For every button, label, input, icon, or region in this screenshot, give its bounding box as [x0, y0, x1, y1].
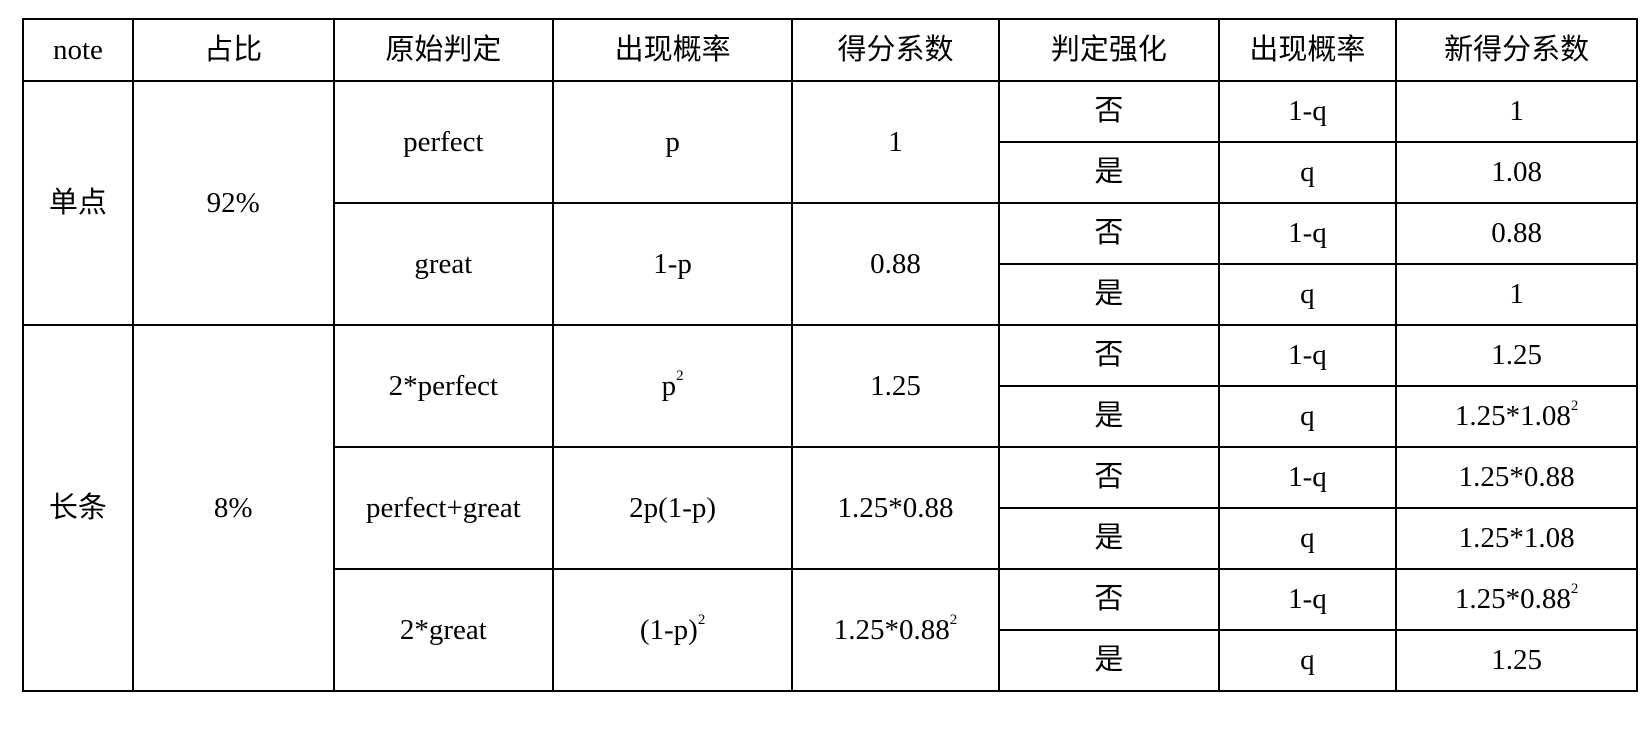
new-coefficient-cell: 1 [1395, 80, 1638, 143]
note-type-cell: 长条 [22, 324, 134, 692]
new-coefficient-cell: 1.25*1.08 [1395, 507, 1638, 570]
probability-exponent: 2 [676, 367, 684, 384]
header-original-judgement: 原始判定 [332, 18, 555, 82]
coefficient-cell: 1.25*0.88 [790, 446, 1000, 570]
judgement-cell: perfect [332, 80, 555, 204]
new-coefficient-cell: 1 [1395, 263, 1638, 326]
enhanced-probability-cell: 1-q [1217, 568, 1398, 631]
enhanced-cell: 是 [997, 385, 1220, 448]
coefficient-cell: 1.25 [790, 324, 1000, 448]
enhanced-cell: 是 [997, 629, 1220, 692]
score-table: note 占比 原始判定 出现概率 得分系数 判定强化 出现概率 新得分系数 单… [22, 18, 1638, 692]
coefficient-base: 1.25*0.88 [833, 613, 950, 646]
enhanced-cell: 否 [997, 80, 1220, 143]
header-enhancement-probability: 出现概率 [1217, 18, 1398, 82]
coefficient-cell: 0.88 [790, 202, 1000, 326]
enhanced-probability-cell: q [1217, 385, 1398, 448]
probability-exponent: 2 [697, 611, 706, 628]
probability-cell: p2 [552, 324, 793, 448]
enhanced-probability-cell: q [1217, 141, 1398, 204]
enhanced-cell: 否 [997, 446, 1220, 509]
new-coefficient-exponent: 2 [1570, 398, 1579, 415]
header-note: note [22, 18, 134, 82]
enhanced-probability-cell: q [1217, 263, 1398, 326]
new-coefficient-cell: 1.08 [1395, 141, 1638, 204]
new-coefficient-cell: 1.25*0.88 [1395, 446, 1638, 509]
new-coefficient-exponent: 2 [1570, 581, 1579, 598]
coefficient-exponent: 2 [949, 611, 958, 628]
probability-cell: p [552, 80, 793, 204]
new-coefficient-cell: 1.25 [1395, 324, 1638, 387]
enhanced-probability-cell: q [1217, 629, 1398, 692]
new-coefficient-cell: 1.25 [1395, 629, 1638, 692]
header-score-coefficient: 得分系数 [790, 18, 1000, 82]
probability-cell: 2p(1-p) [552, 446, 793, 570]
note-type-cell: 单点 [22, 80, 134, 326]
table-row: 单点 92% perfect p 1 否 1-q 1 [22, 80, 1638, 326]
probability-base: (1-p) [639, 613, 698, 646]
enhanced-cell: 是 [997, 141, 1220, 204]
coefficient-cell: 1.25*0.882 [790, 568, 1000, 692]
header-new-score-coefficient: 新得分系数 [1395, 18, 1638, 82]
probability-base: p [661, 369, 677, 402]
enhanced-cell: 是 [997, 263, 1220, 326]
enhanced-cell: 否 [997, 324, 1220, 387]
header-ratio: 占比 [131, 18, 335, 82]
probability-cell: (1-p)2 [552, 568, 793, 692]
table-row: 长条 8% 2*perfect p2 1.25 否 1-q 1.25 [22, 324, 1638, 692]
judgement-cell: great [332, 202, 555, 326]
enhanced-probability-cell: 1-q [1217, 202, 1398, 265]
header-row: note 占比 原始判定 出现概率 得分系数 判定强化 出现概率 新得分系数 [22, 18, 1638, 82]
header-probability: 出现概率 [552, 18, 793, 82]
judgement-cell: 2*perfect [332, 324, 555, 448]
new-coefficient-base: 1.25*0.88 [1454, 583, 1571, 615]
enhanced-probability-cell: 1-q [1217, 80, 1398, 143]
enhanced-probability-cell: q [1217, 507, 1398, 570]
enhanced-cell: 否 [997, 202, 1220, 265]
probability-cell: 1-p [552, 202, 793, 326]
ratio-cell: 8% [131, 324, 335, 692]
new-coefficient-base: 1.25*1.08 [1454, 400, 1571, 432]
judgement-cell: perfect+great [332, 446, 555, 570]
enhanced-cell: 否 [997, 568, 1220, 631]
new-coefficient-cell: 0.88 [1395, 202, 1638, 265]
enhanced-probability-cell: 1-q [1217, 446, 1398, 509]
ratio-cell: 92% [131, 80, 335, 326]
coefficient-cell: 1 [790, 80, 1000, 204]
enhanced-cell: 是 [997, 507, 1220, 570]
new-coefficient-cell: 1.25*1.082 [1395, 385, 1638, 448]
header-judgement-enhancement: 判定强化 [997, 18, 1220, 82]
judgement-cell: 2*great [332, 568, 555, 692]
new-coefficient-cell: 1.25*0.882 [1395, 568, 1638, 631]
enhanced-probability-cell: 1-q [1217, 324, 1398, 387]
